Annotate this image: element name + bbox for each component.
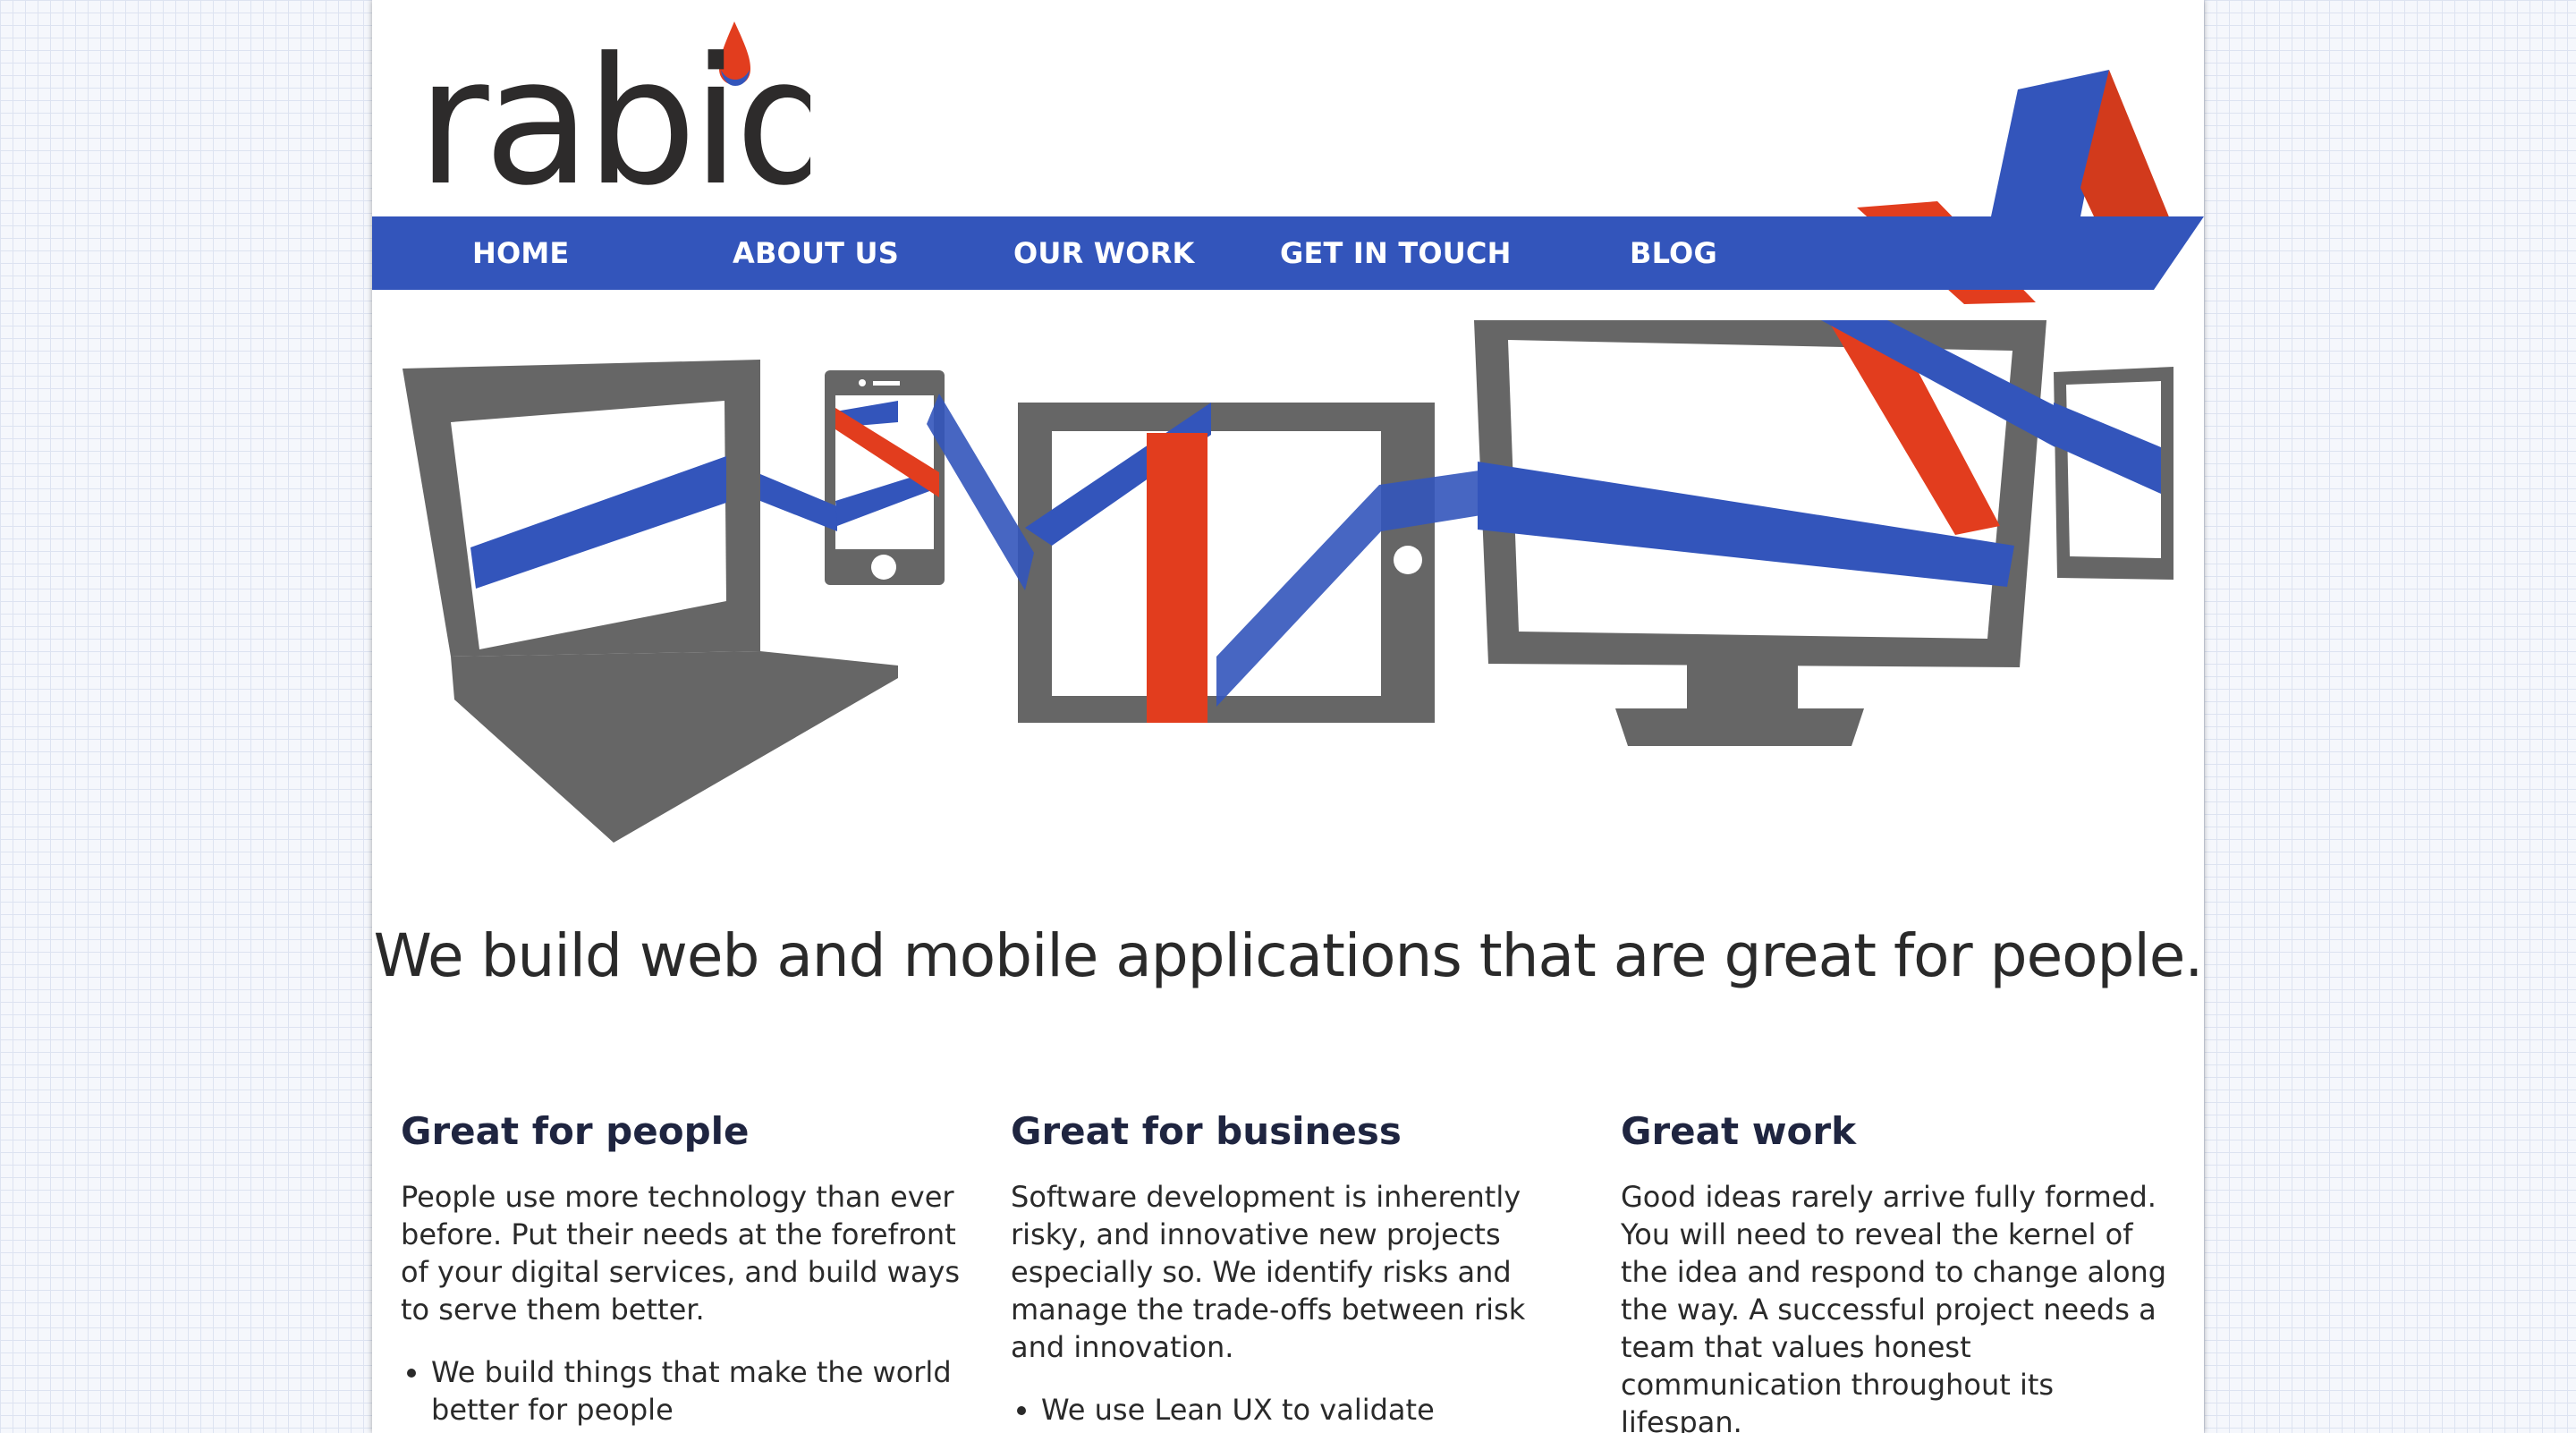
bullet-item: We build things that make the world bett… [431,1353,973,1429]
column-heading: Great for people [401,1109,750,1153]
column-business: Great for business Software development … [1011,1109,1583,1433]
tablet-icon [927,394,1481,723]
nav-home[interactable]: HOME [472,216,570,290]
nav-get-in-touch[interactable]: GET IN TOUCH [1280,216,1512,290]
rabid-logo[interactable]: rabid [417,20,846,225]
hero-illustration [402,320,2174,843]
nav-about-us[interactable]: ABOUT US [733,216,899,290]
column-body: Good ideas rarely arrive fully formed. Y… [1621,1180,2167,1433]
nav-band-end [2116,216,2204,290]
tagline: We build web and mobile applications tha… [373,921,2204,990]
nav-band [372,216,2116,290]
column-bullets: We build things that make the world bett… [401,1353,973,1429]
nav-blog[interactable]: BLOG [1630,216,1717,290]
column-body: Software development is inherently risky… [1011,1180,1526,1364]
column-heading: Great for business [1011,1109,1402,1153]
bullet-item: We use Lean UX to validate assumptions a… [1041,1391,1583,1433]
column-heading: Great work [1621,1109,1857,1153]
logo-text: rabid [417,21,810,190]
main-nav: HOME ABOUT US OUR WORK GET IN TOUCH BLOG [372,216,2204,290]
page-container: rabid HOME ABOUT US OUR WORK GET IN TOUC… [372,0,2204,1433]
nav-our-work[interactable]: OUR WORK [1013,216,1195,290]
column-bullets: We use Lean UX to validate assumptions a… [1011,1391,1583,1433]
small-tablet-icon [2054,367,2174,580]
phone-icon [760,370,945,585]
column-work: Great work Good ideas rarely arrive full… [1621,1109,2175,1433]
column-body: People use more technology than ever bef… [401,1180,961,1327]
laptop-icon [402,360,898,843]
column-people: Great for people People use more technol… [401,1109,973,1429]
